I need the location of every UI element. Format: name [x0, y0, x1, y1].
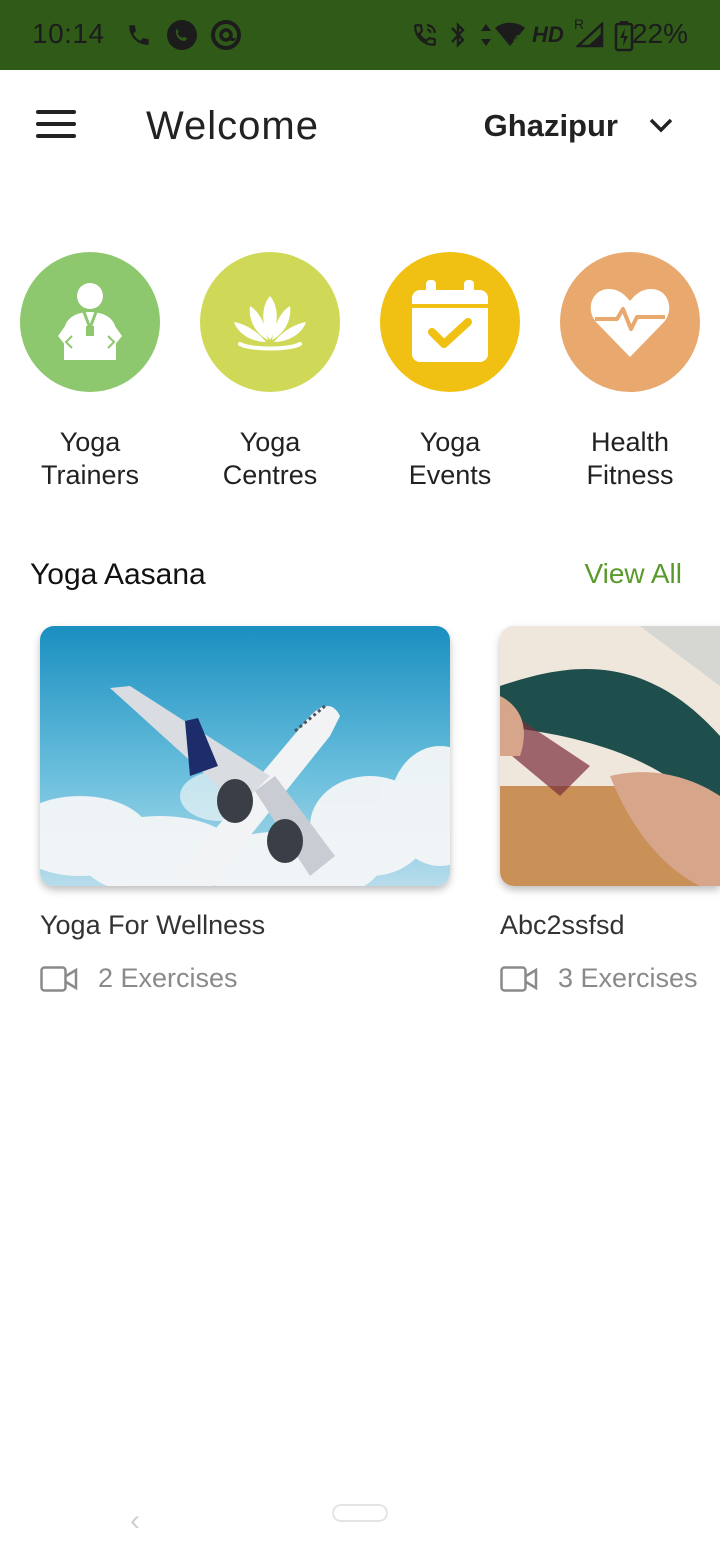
- svg-text:4: 4: [513, 33, 520, 46]
- category-label-line2: Trainers: [40, 460, 140, 490]
- aasana-card[interactable]: Abc2ssfsd 3 Exercises: [500, 626, 720, 994]
- category-label-line1: Yoga: [419, 427, 481, 457]
- category-circle: [20, 252, 160, 392]
- category-label-line1: Yoga: [239, 427, 301, 457]
- status-time: 10:14: [32, 18, 105, 49]
- category-row: Yoga Trainers Yoga Centres Yoga Events H…: [0, 252, 720, 502]
- bluetooth-icon: [451, 22, 465, 48]
- category-yoga-events[interactable]: Yoga Events: [360, 252, 540, 492]
- chevron-down-icon: [649, 118, 673, 133]
- category-label-line2: Fitness: [586, 460, 674, 490]
- category-label-line1: Health: [590, 427, 670, 457]
- data-arrows-icon: [481, 24, 491, 46]
- category-yoga-centres[interactable]: Yoga Centres: [180, 252, 360, 492]
- calendar-check-icon: [412, 280, 488, 362]
- section-title: Yoga Aasana: [30, 558, 206, 591]
- category-circle: [380, 252, 520, 392]
- category-label-line1: Yoga: [59, 427, 121, 457]
- category-label-line2: Centres: [222, 460, 318, 490]
- wifi-icon: 4: [495, 22, 525, 46]
- category-label: Yoga Trainers: [0, 426, 180, 492]
- battery-percentage: 22%: [631, 18, 688, 49]
- card-meta: 3 Exercises: [500, 963, 720, 994]
- category-label: Yoga Centres: [180, 426, 360, 492]
- category-circle: [200, 252, 340, 392]
- category-health-fitness[interactable]: Health Fitness: [540, 252, 720, 492]
- category-circle: [560, 252, 700, 392]
- status-bar: 10:14 4 HD R 22%: [0, 0, 720, 70]
- at-icon: [211, 20, 241, 50]
- app-bar: Welcome Ghazipur: [0, 70, 720, 186]
- video-icon: [40, 965, 78, 992]
- exercise-count: 3 Exercises: [558, 963, 698, 993]
- card-title: Yoga For Wellness: [40, 910, 266, 940]
- lotus-icon: [234, 296, 306, 351]
- section-header: Yoga Aasana View All: [30, 558, 682, 598]
- signal-icon: [576, 22, 604, 48]
- aasana-card[interactable]: Yoga For Wellness 2 Exercises: [40, 626, 450, 994]
- back-icon[interactable]: ‹: [130, 1504, 140, 1538]
- video-icon: [500, 965, 538, 992]
- whatsapp-icon: [167, 20, 197, 50]
- category-yoga-trainers[interactable]: Yoga Trainers: [0, 252, 180, 492]
- category-label: Health Fitness: [540, 426, 720, 492]
- system-nav-bar: ‹: [0, 1500, 720, 1560]
- location-dropdown[interactable]: Ghazipur: [484, 108, 674, 144]
- trainer-icon: [58, 283, 122, 360]
- hamburger-menu-icon[interactable]: [36, 110, 76, 140]
- view-all-link[interactable]: View All: [584, 558, 682, 590]
- wifi-calling-icon: [414, 24, 436, 46]
- exercise-count: 2 Exercises: [98, 963, 238, 993]
- yoga-pose-image: [500, 626, 720, 886]
- hd-icon: HD: [532, 22, 564, 47]
- card-meta: 2 Exercises: [40, 963, 450, 994]
- location-name: Ghazipur: [483, 108, 618, 143]
- category-label-line2: Events: [408, 460, 492, 490]
- home-pill[interactable]: [332, 1504, 388, 1522]
- heart-pulse-icon: [590, 289, 670, 357]
- airplane-image: [40, 626, 450, 886]
- phone-icon: [129, 25, 149, 45]
- card-title: Abc2ssfsd: [500, 910, 625, 940]
- page-title: Welcome: [146, 104, 319, 148]
- category-label: Yoga Events: [360, 426, 540, 492]
